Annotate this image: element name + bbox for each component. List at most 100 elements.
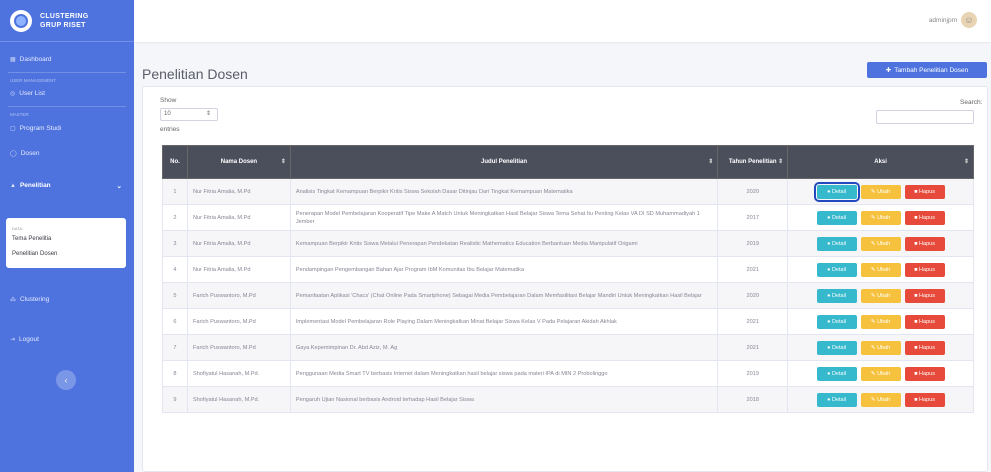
submenu-item-penelitian-dosen[interactable]: Penelitian Dosen xyxy=(12,251,57,257)
penelitian-table: No. Nama Dosen ⇕ Judul Penelitian ⇕ Tahun … xyxy=(162,145,974,413)
cell-judul: Analisis Tingkat Kemampuan Berpikir Krit… xyxy=(289,178,719,205)
sidebar-item-dashboard[interactable]: ▦ Dashboard xyxy=(0,56,134,63)
cell-no: 9 xyxy=(162,386,188,413)
ubah-button[interactable]: ✎ Ubah xyxy=(860,340,901,355)
hapus-button[interactable]: ■ Hapus xyxy=(904,392,945,407)
cell-aksi: ● Detail ✎ Ubah ■ Hapus xyxy=(787,360,974,387)
column-header-aksi[interactable]: Aksi ⇕ xyxy=(787,145,974,179)
building-icon: ▢ xyxy=(10,126,16,132)
sidebar-item-clustering[interactable]: ⁂ Clustering xyxy=(0,296,134,303)
ubah-button[interactable]: ✎ Ubah xyxy=(860,262,901,277)
cell-nama-dosen: Farich Puswantoro, M.Pd xyxy=(186,282,291,309)
table-row: 5 Farich Puswantoro, M.Pd Pemanfaatan Apli… xyxy=(162,282,974,309)
detail-button[interactable]: ● Detail xyxy=(816,210,857,225)
cell-nama-dosen: Shofiyatul Hasanah, M.Pd. xyxy=(186,360,291,387)
detail-button[interactable]: ● Detail xyxy=(816,262,857,277)
detail-button[interactable]: ● Detail xyxy=(816,236,857,251)
cell-nama-dosen: Farich Puswantoro, M.Pd xyxy=(186,334,291,361)
column-header-tahun[interactable]: Tahun Penelitian ⇕ xyxy=(717,145,789,179)
avatar: ☺ xyxy=(961,12,977,28)
entries-select[interactable]: 10 ⇕ xyxy=(160,108,218,121)
topbar: adminjpm ☺ xyxy=(134,0,991,42)
search-label: Search: xyxy=(960,99,983,106)
cell-judul: Gaya Kepemimpinan Dr. Abd Aziz, M. Ag xyxy=(289,334,719,361)
sidebar-item-penelitian[interactable]: ▲ Penelitian ⌄ xyxy=(0,182,134,190)
table-header-row: No. Nama Dosen ⇕ Judul Penelitian ⇕ Tahun … xyxy=(162,145,974,179)
hapus-button[interactable]: ■ Hapus xyxy=(904,340,945,355)
user-icon: ◎ xyxy=(10,91,16,97)
cell-no: 2 xyxy=(162,204,188,231)
cell-tahun: 2019 xyxy=(717,360,789,387)
penelitian-submenu: DATA: Tema Penelitia Penelitian Dosen xyxy=(6,218,126,268)
cell-tahun: 2020 xyxy=(717,282,789,309)
cell-nama-dosen: Nur Fitria Amalia, M.Pd xyxy=(186,204,291,231)
cell-judul: Pendampingan Pengembangan Bahan Ajar Pro… xyxy=(289,256,719,283)
cell-nama-dosen: Nur Fitria Amalia, M.Pd xyxy=(186,230,291,257)
table-row: 4 Nur Fitria Amalia, M.Pd Pendampingan Pen… xyxy=(162,256,974,283)
cell-nama-dosen: Shofiyatul Hasanah, M.Pd. xyxy=(186,386,291,413)
brand[interactable]: CLUSTERING GRUP RISET xyxy=(0,0,134,42)
users-icon: ◯ xyxy=(10,151,17,157)
detail-button[interactable]: ● Detail xyxy=(816,392,857,407)
detail-button[interactable]: ● Detail xyxy=(816,288,857,303)
ubah-button[interactable]: ✎ Ubah xyxy=(860,366,901,381)
cell-judul: Penerapan Model Pembelajaran Kooperatif … xyxy=(289,204,719,231)
ubah-button[interactable]: ✎ Ubah xyxy=(860,236,901,251)
search-input[interactable] xyxy=(876,110,974,124)
hapus-button[interactable]: ■ Hapus xyxy=(904,314,945,329)
sidebar-item-logout[interactable]: ⇥ Logout xyxy=(0,336,134,343)
table-row: 1 Nur Fitria Amalia, M.Pd Analisis Tingkat… xyxy=(162,178,974,205)
hapus-button[interactable]: ■ Hapus xyxy=(904,184,945,199)
hapus-button[interactable]: ■ Hapus xyxy=(904,288,945,303)
dashboard-icon: ▦ xyxy=(10,57,16,63)
hapus-button[interactable]: ■ Hapus xyxy=(904,236,945,251)
brand-logo-icon xyxy=(10,9,32,32)
chevron-down-icon: ⇕ xyxy=(205,111,211,117)
table-row: 6 Farich Puswantoro, M.Pd Implementasi Mod… xyxy=(162,308,974,335)
cell-aksi: ● Detail ✎ Ubah ■ Hapus xyxy=(787,282,974,309)
add-penelitian-button[interactable]: ✚ Tambah Penelitian Dosen xyxy=(867,62,987,78)
detail-button[interactable]: ● Detail xyxy=(816,340,857,355)
cell-no: 8 xyxy=(162,360,188,387)
sort-icon: ⇕ xyxy=(280,159,286,165)
ubah-button[interactable]: ✎ Ubah xyxy=(860,392,901,407)
column-header-judul[interactable]: Judul Penelitian ⇕ xyxy=(289,145,719,179)
cell-aksi: ● Detail ✎ Ubah ■ Hapus xyxy=(787,308,974,335)
hapus-button[interactable]: ■ Hapus xyxy=(904,262,945,277)
sidebar-item-dosen[interactable]: ◯ Dosen xyxy=(0,150,134,157)
cell-judul: Penggunaan Media Smart TV berbasis Inter… xyxy=(289,360,719,387)
cell-tahun: 2017 xyxy=(717,204,789,231)
cell-tahun: 2019 xyxy=(717,230,789,257)
cell-tahun: 2018 xyxy=(717,386,789,413)
sidebar-item-program-studi[interactable]: ▢ Program Studi xyxy=(0,125,134,132)
ubah-button[interactable]: ✎ Ubah xyxy=(860,314,901,329)
hapus-button[interactable]: ■ Hapus xyxy=(904,366,945,381)
cell-no: 7 xyxy=(162,334,188,361)
sort-icon: ⇕ xyxy=(963,159,969,165)
ubah-button[interactable]: ✎ Ubah xyxy=(860,184,901,199)
sort-icon: ⇕ xyxy=(778,159,784,165)
cell-aksi: ● Detail ✎ Ubah ■ Hapus xyxy=(787,386,974,413)
ubah-button[interactable]: ✎ Ubah xyxy=(860,210,901,225)
cell-no: 1 xyxy=(162,178,188,205)
hapus-button[interactable]: ■ Hapus xyxy=(904,210,945,225)
ubah-button[interactable]: ✎ Ubah xyxy=(860,288,901,303)
sidebar-toggle-button[interactable]: ‹ xyxy=(56,370,76,390)
submenu-item-tema-penelitian[interactable]: Tema Penelitia xyxy=(12,236,51,242)
sidebar: CLUSTERING GRUP RISET ▦ Dashboard USER M… xyxy=(0,0,134,472)
brand-line2: GRUP RISET xyxy=(40,21,86,29)
sidebar-item-user-list[interactable]: ◎ User List xyxy=(0,90,134,97)
detail-button[interactable]: ● Detail xyxy=(816,366,857,381)
sidebar-heading-user: USER MANAGEMENT xyxy=(10,78,57,83)
column-header-no[interactable]: No. xyxy=(162,145,188,179)
cell-judul: Implementasi Model Pembelajaran Role Pla… xyxy=(289,308,719,335)
detail-button[interactable]: ● Detail xyxy=(813,181,860,202)
username: adminjpm xyxy=(928,16,957,24)
column-header-nama[interactable]: Nama Dosen ⇕ xyxy=(186,145,291,179)
cell-aksi: ● Detail ✎ Ubah ■ Hapus xyxy=(787,334,974,361)
submenu-heading: DATA: xyxy=(12,226,24,231)
user-menu[interactable]: adminjpm ☺ xyxy=(929,12,977,28)
detail-button[interactable]: ● Detail xyxy=(816,314,857,329)
cell-tahun: 2020 xyxy=(717,178,789,205)
cell-no: 4 xyxy=(162,256,188,283)
